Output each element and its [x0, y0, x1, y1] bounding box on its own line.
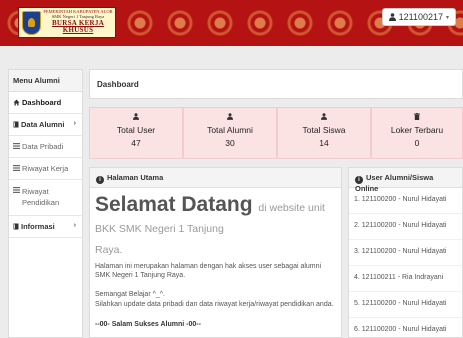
stat-value: 14 — [319, 138, 329, 148]
welcome-cont: Raya. — [95, 244, 123, 256]
stat-label: Total Siswa — [302, 125, 346, 135]
online-panel: i User Alumni/Siswa Online 1. 121100200 -… — [348, 167, 463, 338]
sidebar-item-label: Informasi — [21, 221, 55, 231]
stats-row: Total User 47 Total Alumni 30 Total Sisw… — [89, 107, 463, 159]
site-header: PEMERINTAH KABUPATEN ALOR SMK Negeri 1 T… — [0, 0, 463, 46]
stat-value: 47 — [131, 138, 141, 148]
sidebar-item-label: Riwayat Kerja — [22, 164, 69, 173]
info-icon: i — [355, 176, 363, 184]
sidebar-title: Menu Alumni — [9, 70, 82, 92]
list-icon — [13, 143, 20, 149]
emblem-icon — [22, 10, 41, 35]
welcome-big: Selamat Datang — [95, 193, 253, 216]
list-icon — [13, 165, 20, 171]
home-icon — [13, 99, 20, 106]
stat-total-user[interactable]: Total User 47 — [89, 107, 183, 159]
user-id: 121100217 — [398, 12, 443, 22]
list-item[interactable]: 5. 121100200 - Nurul Hidayati — [349, 292, 462, 318]
stat-label: Loker Terbaru — [390, 125, 444, 135]
user-icon — [278, 113, 370, 122]
sidebar-item-label: Dashboard — [22, 98, 62, 107]
stat-total-alumni[interactable]: Total Alumni 30 — [183, 107, 277, 159]
welcome-instruction: Silahkan update data pribadi dan data ri… — [95, 301, 334, 309]
welcome-motivation: Semangat Belajar ^_^. — [95, 291, 165, 299]
welcome-section: Selamat Datang di website unit BKK SMK N… — [90, 188, 341, 334]
logo-line-3: BURSA KERJA KHUSUS — [51, 18, 105, 35]
list-item[interactable]: 2. 121100200 - Nurul Hidayati — [349, 214, 462, 240]
site-logo[interactable]: PEMERINTAH KABUPATEN ALOR SMK Negeri 1 T… — [18, 7, 116, 38]
chevron-right-icon: › — [73, 221, 76, 229]
list-icon — [13, 187, 20, 193]
sidebar-item-label: Data Pribadi — [22, 142, 64, 151]
main-panel-title: Halaman Utama — [107, 173, 164, 182]
trash-icon — [372, 113, 462, 122]
chevron-right-icon: › — [73, 120, 76, 127]
book-icon — [13, 223, 19, 229]
user-icon — [184, 113, 276, 122]
sidebar-item-data-alumni[interactable]: Data Alumni › — [9, 114, 82, 136]
sidebar: Menu Alumni Dashboard Data Alumni › Data… — [8, 69, 83, 338]
list-item[interactable]: 4. 121100211 - Ria Indrayani — [349, 266, 462, 292]
stat-total-siswa[interactable]: Total Siswa 14 — [277, 107, 371, 159]
user-icon — [90, 113, 182, 122]
stat-label: Total User — [116, 125, 156, 135]
online-panel-header: i User Alumni/Siswa Online — [349, 168, 462, 193]
stat-value: 30 — [225, 138, 235, 148]
welcome-motto: --00- Salam Sukses Alumni -00-- — [95, 321, 201, 329]
stat-value: 0 — [414, 138, 420, 148]
info-icon: i — [96, 176, 104, 184]
user-icon — [388, 13, 396, 21]
list-item[interactable]: 3. 121100200 - Nurul Hidayati — [349, 240, 462, 266]
main-panel-header: i Halaman Utama — [90, 168, 341, 188]
sidebar-item-informasi[interactable]: Informasi › — [9, 216, 82, 238]
sidebar-item-riwayat-kerja[interactable]: Riwayat Kerja — [9, 158, 82, 180]
sidebar-item-data-pribadi[interactable]: Data Pribadi — [9, 136, 82, 158]
welcome-heading: Selamat Datang di website unit BKK SMK N… — [95, 194, 336, 236]
sidebar-item-label: Data Alumni — [21, 120, 65, 129]
user-menu-button[interactable]: 121100217 ▾ — [381, 8, 456, 26]
welcome-paragraph: Halaman ini merupakan halaman dengan hak… — [95, 263, 322, 280]
sidebar-item-riwayat-pendidikan[interactable]: Riwayat Pendidikan — [9, 180, 82, 216]
book-icon — [13, 121, 19, 128]
sidebar-item-label: Riwayat Pendidikan — [22, 187, 60, 208]
stat-label: Total Alumni — [207, 125, 253, 135]
main-content: Dashboard Total User 47 Total Alumni 30 … — [89, 69, 463, 338]
list-item[interactable]: 6. 121100200 - Nurul Hidayati — [349, 318, 462, 337]
breadcrumb: Dashboard — [89, 69, 463, 99]
chevron-down-icon: ▾ — [445, 14, 449, 21]
main-panel: i Halaman Utama Selamat Datang di website… — [89, 167, 342, 338]
logo-text: PEMERINTAH KABUPATEN ALOR SMK Negeri 1 T… — [41, 10, 115, 34]
stat-loker-terbaru[interactable]: Loker Terbaru 0 — [371, 107, 463, 159]
sidebar-item-dashboard[interactable]: Dashboard — [9, 92, 82, 114]
